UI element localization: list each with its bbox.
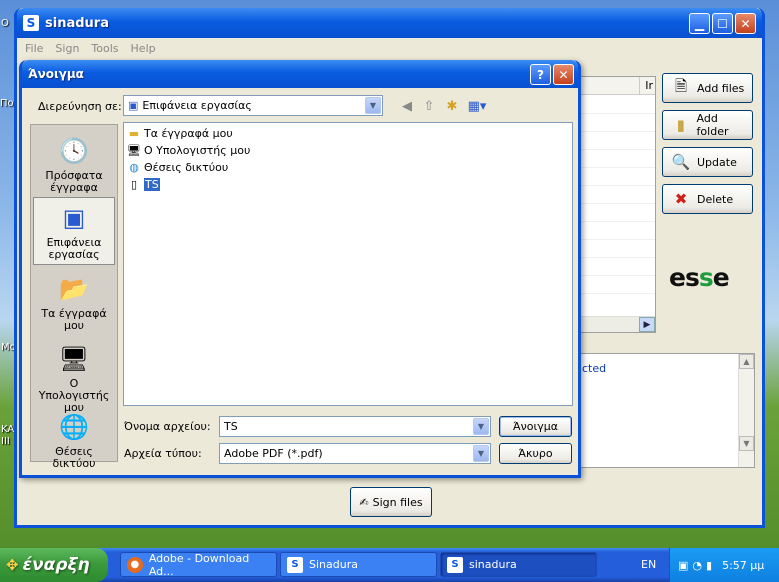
desktop-icon-fragment: Ο [1, 18, 9, 29]
network-places-icon: 🌐 [59, 413, 89, 441]
chevron-down-icon[interactable]: ▼ [473, 418, 489, 435]
files-table[interactable]: Ir ▶ [577, 76, 656, 333]
pen-icon: ✍ [359, 495, 369, 509]
help-button[interactable]: ? [530, 64, 551, 85]
esse-logo: esse [669, 263, 730, 292]
places-bar: 🕓 Πρόσφατα έγγραφα ▣ Επιφάνεια εργασίας … [30, 124, 118, 470]
app-title-bar[interactable]: S sinadura ▁ ☐ ✕ [17, 8, 762, 38]
column-header[interactable]: Ir [645, 79, 653, 92]
chevron-down-icon[interactable]: ▼ [365, 97, 381, 114]
chevron-down-icon[interactable]: ▼ [473, 445, 489, 462]
scroll-right-icon[interactable]: ▶ [639, 317, 655, 332]
filetype-label: Αρχεία τύπου: [124, 447, 202, 460]
app-title: sinadura [45, 15, 109, 31]
place-my-computer[interactable]: 🖥 Ο Υπολογιστής μου [33, 339, 115, 414]
folder-icon: ▮ [676, 116, 685, 134]
network-tray-icon[interactable]: ▣ [678, 559, 688, 572]
vertical-scrollbar[interactable]: ▲ ▼ [738, 354, 754, 467]
language-indicator[interactable]: EN [641, 558, 656, 571]
list-item[interactable]: ▬ Τα έγγραφά μου [126, 125, 233, 141]
taskbar-item-sinadura-active[interactable]: S sinadura [440, 552, 597, 577]
close-button[interactable]: ✕ [735, 13, 756, 34]
network-icon: ◍ [129, 160, 139, 174]
sinadura-logo-icon: S [23, 15, 39, 31]
taskbar-item-firefox[interactable]: ● Adobe - Download Ad... [120, 552, 277, 578]
menu-bar: File Sign Tools Help [17, 38, 762, 58]
dialog-title: Άνοιγμα [28, 67, 84, 81]
filename-input[interactable]: TS ▼ [219, 416, 491, 437]
taskbar: ✥ έναρξη ● Adobe - Download Ad... S Sina… [0, 548, 779, 582]
sign-files-button[interactable]: ✍ Sign files [350, 487, 432, 517]
menu-sign[interactable]: Sign [55, 42, 79, 55]
menu-file[interactable]: File [25, 42, 43, 55]
magnifier-icon: 🔍 [671, 153, 691, 171]
new-folder-icon[interactable]: ✱ [443, 97, 461, 115]
desktop-icon-fragment: ΙΙΙ [1, 436, 10, 447]
document-icon: 🗎 [674, 76, 688, 95]
my-computer-icon: 🖥 [58, 345, 90, 373]
battery-tray-icon[interactable]: ▮ [706, 559, 712, 572]
start-button[interactable]: ✥ έναρξη [0, 548, 108, 582]
filename-label: Όνομα αρχείου: [124, 420, 211, 433]
clock[interactable]: 5:57 μμ [722, 559, 764, 572]
back-icon[interactable]: ◀ [398, 97, 416, 115]
open-dialog: Άνοιγμα ? ✕ Διερεύνηση σε: ▣ Επιφάνεια ε… [19, 60, 581, 478]
my-documents-icon: 📂 [59, 275, 89, 303]
maximize-button[interactable]: ☐ [712, 13, 733, 34]
look-in-label: Διερεύνηση σε: [38, 100, 122, 113]
scroll-up-icon[interactable]: ▲ [739, 354, 754, 369]
list-item[interactable]: ▯ TS [126, 176, 160, 192]
log-panel[interactable]: cted ▲ ▼ [577, 353, 755, 468]
computer-icon: 🖥 [127, 143, 141, 157]
taskbar-item-sinadura[interactable]: S Sinadura [280, 552, 437, 577]
system-tray: ▣ ◔ ▮ 5:57 μμ [669, 548, 779, 582]
update-button[interactable]: 🔍 Update [662, 147, 753, 177]
filetype-select[interactable]: Adobe PDF (*.pdf) ▼ [219, 443, 491, 464]
delete-icon: ✖ [674, 190, 688, 208]
place-network-places[interactable]: 🌐 Θέσεις δικτύου [33, 407, 115, 475]
file-list[interactable]: ▬ Τα έγγραφά μου 🖥 Ο Υπολογιστής μου ◍ Θ… [123, 122, 573, 406]
add-folder-button[interactable]: ▮ Add folder [662, 110, 753, 140]
add-files-button[interactable]: 🗎 Add files [662, 73, 753, 103]
log-text: cted [582, 362, 607, 375]
scroll-down-icon[interactable]: ▼ [739, 436, 754, 451]
dialog-title-bar[interactable]: Άνοιγμα [22, 60, 578, 88]
place-my-documents[interactable]: 📂 Τα έγγραφά μου [33, 269, 115, 337]
up-folder-icon[interactable]: ⇧ [420, 97, 438, 115]
menu-tools[interactable]: Tools [91, 42, 118, 55]
sinadura-icon: S [447, 556, 463, 573]
sinadura-icon: S [287, 556, 303, 573]
table-header: Ir [578, 77, 655, 95]
delete-button[interactable]: ✖ Delete [662, 184, 753, 214]
desktop-icon: ▣ [62, 204, 86, 232]
horizontal-scrollbar[interactable]: ▶ [578, 316, 655, 332]
firefox-icon: ● [127, 556, 143, 573]
folder-icon: ▬ [128, 126, 140, 140]
menu-help[interactable]: Help [131, 42, 156, 55]
place-recent-documents[interactable]: 🕓 Πρόσφατα έγγραφα [33, 131, 115, 199]
file-icon: ▯ [130, 177, 138, 191]
list-item[interactable]: 🖥 Ο Υπολογιστής μου [126, 142, 250, 158]
windows-flag-icon: ✥ [6, 556, 19, 574]
place-desktop[interactable]: ▣ Επιφάνεια εργασίας [33, 197, 115, 265]
minimize-button[interactable]: ▁ [689, 13, 710, 34]
look-in-combo[interactable]: ▣ Επιφάνεια εργασίας ▼ [123, 95, 383, 116]
desktop-icon-fragment: KA [1, 424, 15, 435]
open-button[interactable]: Άνοιγμα [499, 416, 572, 437]
desktop-small-icon: ▣ [128, 99, 139, 112]
desktop-icon-fragment: Πο [0, 98, 14, 109]
volume-tray-icon[interactable]: ◔ [692, 559, 702, 572]
recent-documents-icon: 🕓 [59, 137, 89, 165]
cancel-button[interactable]: Άκυρο [499, 443, 572, 464]
view-menu-icon[interactable]: ▦▾ [468, 97, 487, 115]
list-item[interactable]: ◍ Θέσεις δικτύου [126, 159, 228, 175]
dialog-close-button[interactable]: ✕ [553, 64, 574, 85]
